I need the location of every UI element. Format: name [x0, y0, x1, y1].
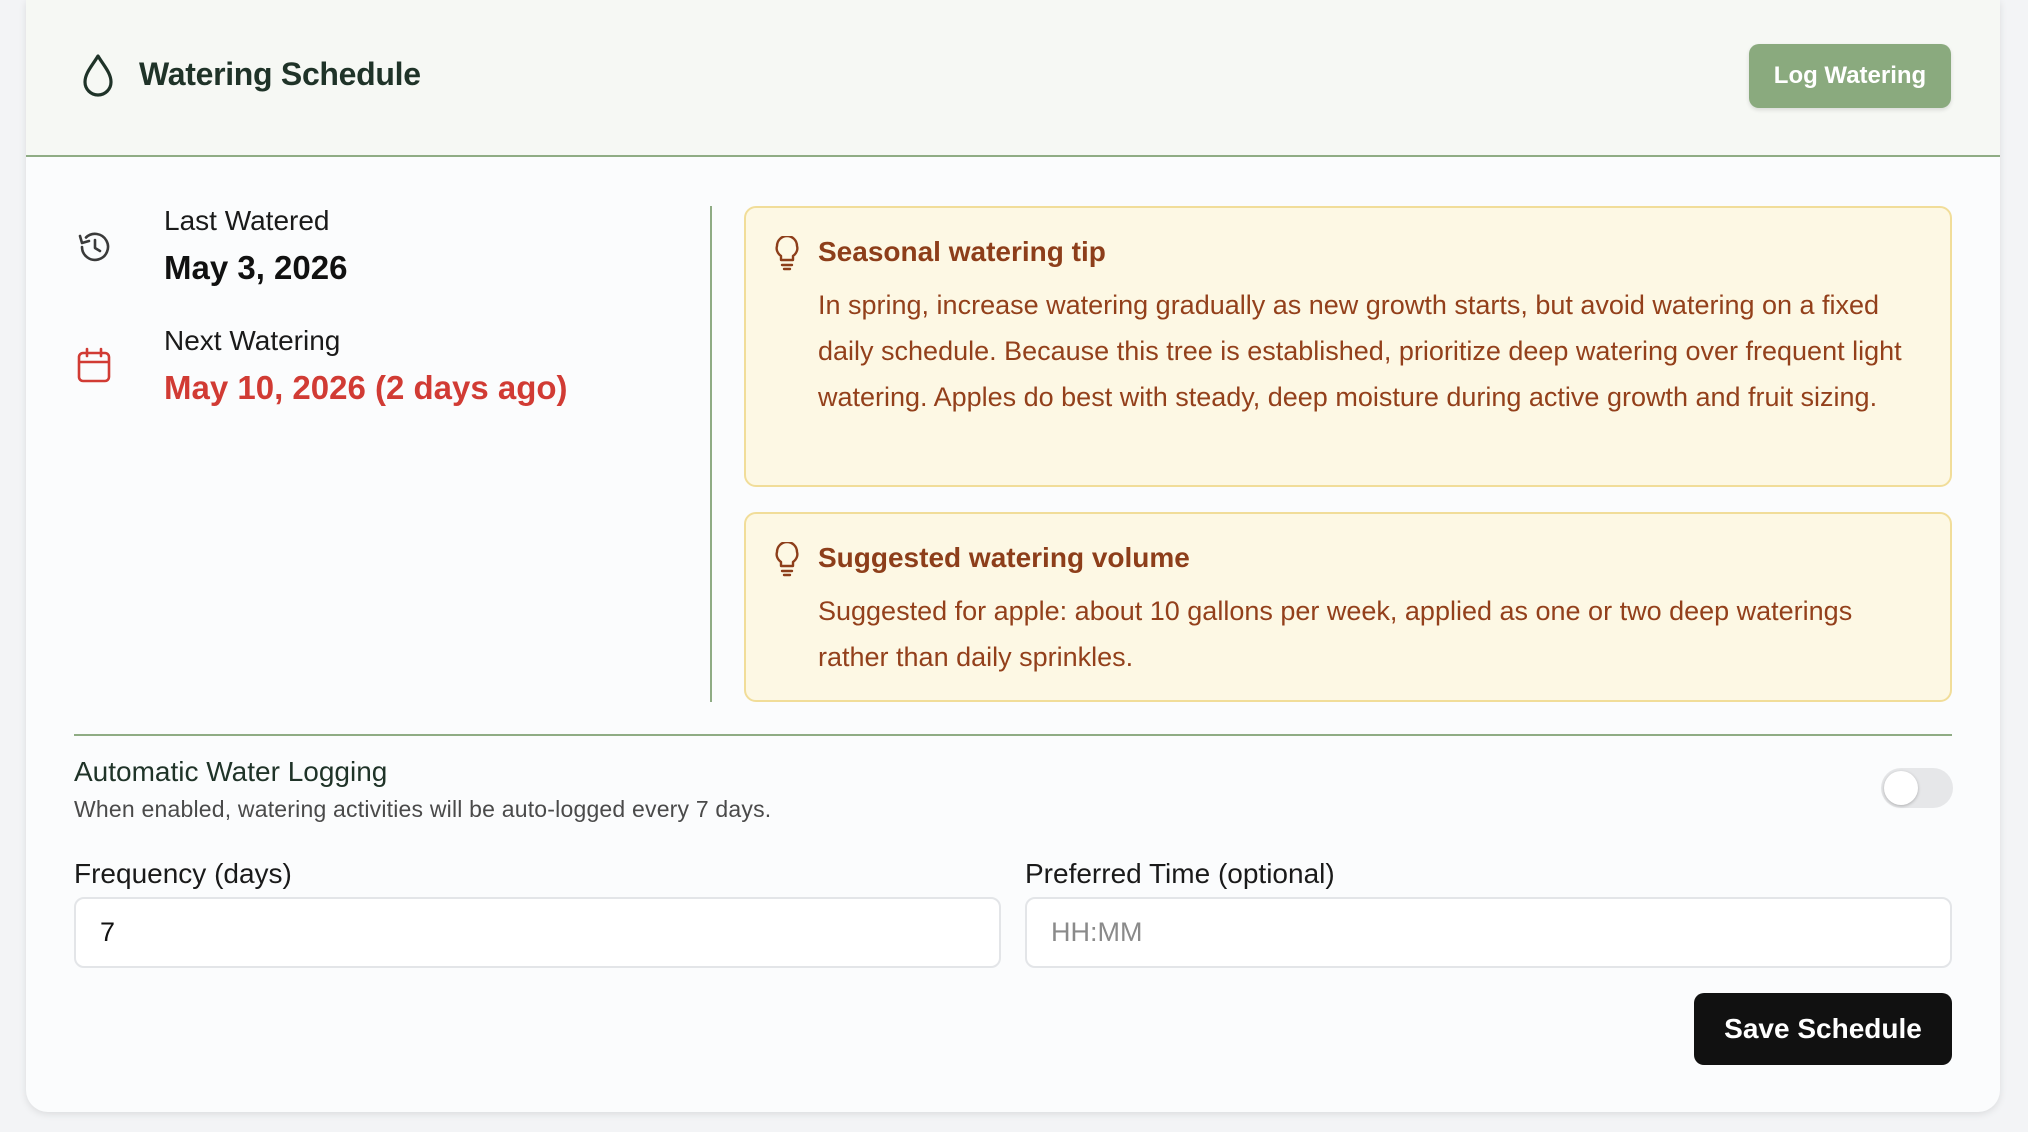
volume-tip-card: Suggested watering volume Suggested for … [744, 512, 1952, 702]
tip-title: Seasonal watering tip [818, 236, 1106, 267]
next-watering-row: Next Watering May 10, 2026 (2 days ago) [74, 325, 714, 425]
page-title: Watering Schedule [139, 56, 421, 92]
auto-logging-title: Automatic Water Logging [74, 756, 388, 787]
tip-text: In spring, increase watering gradually a… [818, 290, 1902, 412]
frequency-input[interactable] [74, 897, 1001, 968]
history-icon [78, 232, 110, 262]
auto-logging-toggle[interactable] [1881, 768, 1953, 808]
save-schedule-button[interactable]: Save Schedule [1694, 993, 1952, 1065]
lightbulb-icon [775, 542, 799, 577]
lightbulb-icon [775, 236, 799, 271]
last-watered-row: Last Watered May 3, 2026 [74, 205, 714, 305]
section-divider [74, 734, 1952, 736]
watering-schedule-card: Watering Schedule Log Watering Last Wate… [26, 0, 2000, 1112]
tip-title: Suggested watering volume [818, 542, 1190, 573]
column-divider [710, 206, 712, 702]
next-watering-value: May 10, 2026 (2 days ago) [164, 369, 568, 406]
tip-text: Suggested for apple: about 10 gallons pe… [818, 596, 1853, 672]
toggle-knob [1884, 771, 1918, 805]
seasonal-tip-card: Seasonal watering tip In spring, increas… [744, 206, 1952, 487]
preferred-time-label: Preferred Time (optional) [1025, 858, 1335, 889]
preferred-time-input[interactable] [1025, 897, 1952, 968]
droplet-icon [83, 54, 113, 97]
card-header: Watering Schedule Log Watering [26, 0, 2000, 157]
frequency-label: Frequency (days) [74, 858, 292, 889]
last-watered-value: May 3, 2026 [164, 249, 348, 286]
auto-logging-description: When enabled, watering activities will b… [74, 796, 772, 822]
next-watering-label: Next Watering [164, 325, 341, 356]
log-watering-button[interactable]: Log Watering [1749, 44, 1951, 108]
last-watered-label: Last Watered [164, 205, 330, 236]
calendar-icon [77, 347, 111, 383]
